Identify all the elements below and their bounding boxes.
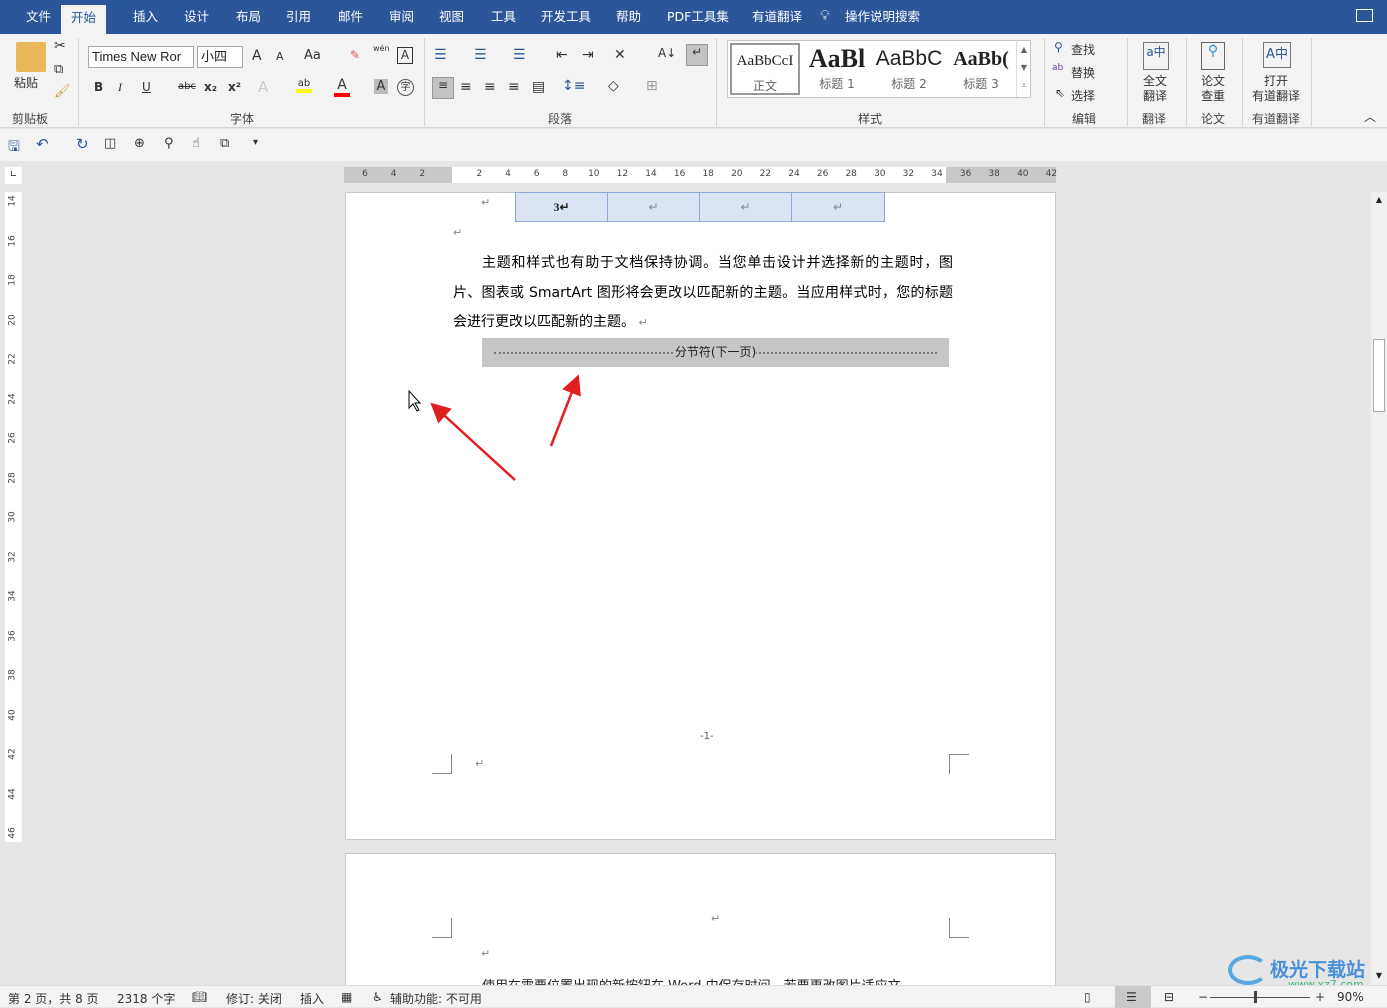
scroll-up-icon[interactable]: ▲ [1371,192,1387,208]
macro-icon[interactable]: ▦ [341,990,352,1004]
accessibility-icon[interactable]: ♿︎ [372,990,383,1004]
print-layout-button[interactable]: ☰ [1115,986,1151,1008]
watermark-swirl [1228,955,1268,985]
mouse-cursor-icon [408,389,422,412]
red-arrow [430,402,516,481]
print-layout-icon: ☰ [1126,990,1137,1004]
insert-mode[interactable]: 插入 [300,990,324,1007]
zoom-level[interactable]: 90% [1337,990,1364,1004]
web-layout-icon[interactable]: ⊟ [1164,990,1174,1004]
zoom-slider-thumb[interactable] [1254,991,1258,1003]
annotation-layer [408,374,581,481]
red-arrow [549,374,581,447]
status-bar: 第 2 页，共 8 页 2318 个字 📖︎ 修订: 关闭 插入 ▦ ♿︎ 辅助… [0,985,1387,1008]
track-changes-status[interactable]: 修订: 关闭 [226,990,282,1007]
vertical-scrollbar[interactable]: ▲ ▼ [1371,192,1387,985]
proofing-icon[interactable]: 📖︎ [192,990,207,1004]
read-mode-icon[interactable]: ▯ [1084,990,1091,1004]
scroll-thumb[interactable] [1373,339,1385,412]
watermark-logo: 极光下载站 www.xz7.com [1228,953,1378,991]
accessibility-status[interactable]: 辅助功能: 不可用 [390,990,482,1007]
page-count[interactable]: 第 2 页，共 8 页 [8,990,99,1007]
zoom-out-button[interactable]: − [1198,990,1208,1004]
word-count[interactable]: 2318 个字 [117,990,175,1007]
zoom-slider[interactable] [1210,997,1310,998]
zoom-in-button[interactable]: + [1315,990,1325,1004]
